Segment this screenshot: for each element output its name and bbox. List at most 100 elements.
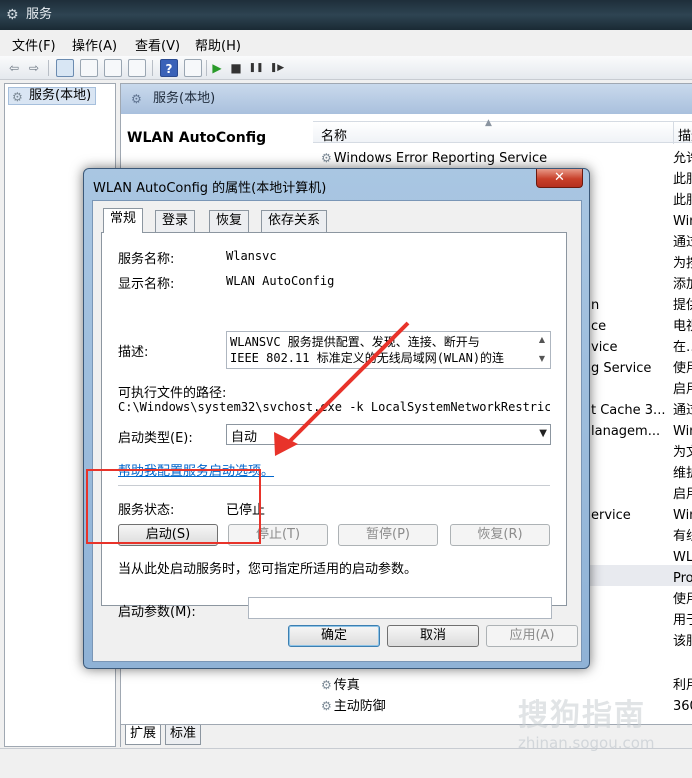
restart-service-icon[interactable]: ❚▶ bbox=[268, 59, 286, 77]
list-item[interactable]: ⚙ 传真 bbox=[321, 675, 360, 696]
start-params-input[interactable] bbox=[248, 597, 552, 619]
service-desc: 此服 bbox=[673, 193, 692, 208]
menu-help[interactable]: 帮助(H) bbox=[195, 35, 241, 54]
close-icon[interactable]: ✕ bbox=[536, 169, 583, 188]
service-desc: 有线 bbox=[673, 529, 692, 544]
service-name: 主动防御 bbox=[333, 699, 386, 714]
ok-button[interactable]: 确定 bbox=[288, 625, 380, 647]
services-app-icon: ⚙ bbox=[6, 7, 19, 23]
service-desc: 为文 bbox=[673, 445, 692, 460]
menubar: 文件(F) 操作(A) 查看(V) 帮助(H) bbox=[0, 30, 692, 56]
service-desc: Win bbox=[673, 508, 692, 523]
service-desc: Win bbox=[673, 214, 692, 229]
menu-file[interactable]: 文件(F) bbox=[12, 35, 56, 54]
exe-path-value: C:\Windows\system32\svchost.exe -k Local… bbox=[118, 400, 550, 414]
window-titlebar: ⚙ 服务 bbox=[0, 0, 692, 30]
service-name[interactable]: ervice bbox=[591, 505, 631, 526]
content-header-title: 服务(本地) bbox=[153, 91, 216, 106]
apply-button[interactable]: 应用(A) bbox=[486, 625, 578, 647]
description-label: 描述: bbox=[118, 345, 149, 360]
watermark-logo: 搜狗指南 bbox=[518, 698, 646, 733]
properties-dialog: WLAN AutoConfig 的属性(本地计算机) ✕ 常规 登录 恢复 依存… bbox=[83, 168, 590, 669]
service-desc: 启用 bbox=[673, 382, 692, 397]
column-description[interactable]: 描述 bbox=[678, 125, 692, 144]
gear-icon: ⚙ bbox=[131, 92, 142, 106]
general-tab-page: 服务名称: Wlansvc 显示名称: WLAN AutoConfig 描述: … bbox=[101, 232, 567, 620]
service-name: 传真 bbox=[333, 678, 360, 693]
service-desc: 通过 bbox=[673, 235, 692, 250]
exe-path-label: 可执行文件的路径: bbox=[118, 386, 227, 401]
service-desc: 电视 bbox=[673, 319, 692, 334]
service-name: Windows Error Reporting Service bbox=[333, 151, 548, 166]
forward-arrow-icon[interactable]: ⇨ bbox=[26, 59, 42, 77]
toolbar-separator bbox=[48, 60, 49, 76]
scroll-down-icon[interactable]: ▼ bbox=[536, 353, 548, 365]
menu-view[interactable]: 查看(V) bbox=[135, 35, 180, 54]
service-desc: Pro bbox=[673, 571, 692, 586]
list-item[interactable]: ⚙ Windows Error Reporting Service bbox=[321, 148, 547, 169]
description-line: IEEE 802.11 标准定义的无线局域网(WLAN)的连 bbox=[230, 351, 505, 365]
export-list-icon[interactable] bbox=[128, 59, 146, 77]
startup-type-select[interactable]: 自动 ▼ bbox=[226, 424, 551, 445]
service-name[interactable]: ce bbox=[591, 316, 606, 337]
column-divider[interactable] bbox=[673, 122, 674, 144]
service-name[interactable]: n bbox=[591, 295, 599, 316]
service-name-value: Wlansvc bbox=[226, 249, 277, 263]
status-bar bbox=[0, 748, 692, 778]
description-line: WLANSVC 服务提供配置、发现、连接、断开与 bbox=[230, 335, 480, 349]
tab-dependencies[interactable]: 依存关系 bbox=[261, 210, 328, 232]
window-title: 服务 bbox=[26, 7, 53, 22]
column-name[interactable]: 名称 bbox=[321, 125, 347, 144]
service-name[interactable]: lanagem... bbox=[591, 421, 660, 442]
resume-button[interactable]: 恢复(R) bbox=[450, 524, 550, 546]
gear-icon: ⚙ bbox=[12, 90, 23, 104]
stop-service-icon[interactable]: ■ bbox=[229, 59, 243, 77]
menu-action[interactable]: 操作(A) bbox=[72, 35, 117, 54]
description-text: WLANSVC 服务提供配置、发现、连接、断开与 IEEE 802.11 标准定… bbox=[230, 334, 535, 366]
pause-service-icon[interactable]: ❚❚ bbox=[248, 59, 264, 77]
startup-type-label: 启动类型(E): bbox=[118, 431, 193, 446]
cancel-button[interactable]: 取消 bbox=[387, 625, 479, 647]
tree-item-services-local[interactable]: ⚙ 服务(本地) bbox=[8, 87, 97, 105]
list-item[interactable]: ⚙ 主动防御 bbox=[321, 696, 386, 717]
service-name[interactable]: vice bbox=[591, 337, 617, 358]
scroll-up-icon[interactable]: ▲ bbox=[536, 334, 548, 346]
refresh-icon[interactable] bbox=[104, 59, 122, 77]
start-service-icon[interactable]: ▶ bbox=[210, 59, 224, 77]
service-desc: WL bbox=[673, 550, 692, 565]
startup-type-value: 自动 bbox=[231, 430, 258, 445]
tab-general[interactable]: 常规 bbox=[103, 208, 144, 233]
back-arrow-icon[interactable]: ⇦ bbox=[6, 59, 22, 77]
show-tree-icon[interactable] bbox=[56, 59, 74, 77]
tree-item-label: 服务(本地) bbox=[29, 88, 92, 103]
toolbar-separator bbox=[206, 60, 207, 76]
start-params-label: 启动参数(M): bbox=[118, 605, 196, 620]
service-desc: 允许 bbox=[673, 151, 692, 166]
tab-extended[interactable]: 扩展 bbox=[125, 725, 162, 745]
properties-icon[interactable] bbox=[184, 59, 202, 77]
toolbar: ⇦ ⇨ ? ▶ ■ ❚❚ ❚▶ bbox=[0, 56, 692, 80]
chevron-down-icon: ▼ bbox=[539, 428, 547, 439]
description-box[interactable]: WLANSVC 服务提供配置、发现、连接、断开与 IEEE 802.11 标准定… bbox=[226, 331, 551, 369]
service-desc: 维护 bbox=[673, 466, 692, 481]
service-name[interactable]: g Service bbox=[591, 358, 651, 379]
tab-recovery[interactable]: 恢复 bbox=[209, 210, 250, 232]
tab-logon[interactable]: 登录 bbox=[155, 210, 196, 232]
service-name[interactable]: t Cache 3... bbox=[591, 400, 665, 421]
tab-standard[interactable]: 标准 bbox=[165, 725, 202, 745]
display-name-label: 显示名称: bbox=[118, 277, 175, 292]
help-icon[interactable]: ? bbox=[160, 59, 178, 77]
service-desc: 为按 bbox=[673, 256, 692, 271]
console-tree-icon[interactable] bbox=[80, 59, 98, 77]
service-desc: 在… bbox=[673, 340, 692, 355]
display-name-value: WLAN AutoConfig bbox=[226, 274, 335, 288]
gear-icon: ⚙ bbox=[321, 678, 332, 692]
pause-button[interactable]: 暂停(P) bbox=[338, 524, 438, 546]
list-column-header: 名称 ▲ 描述 bbox=[313, 118, 692, 144]
watermark-url: zhinan.sogou.com bbox=[518, 734, 655, 752]
service-desc: 此服 bbox=[673, 172, 692, 187]
service-desc: 利用 bbox=[673, 678, 692, 693]
service-desc: 使用 bbox=[673, 361, 692, 376]
service-desc: Win bbox=[673, 424, 692, 439]
dialog-title: WLAN AutoConfig 的属性(本地计算机) bbox=[93, 181, 327, 196]
